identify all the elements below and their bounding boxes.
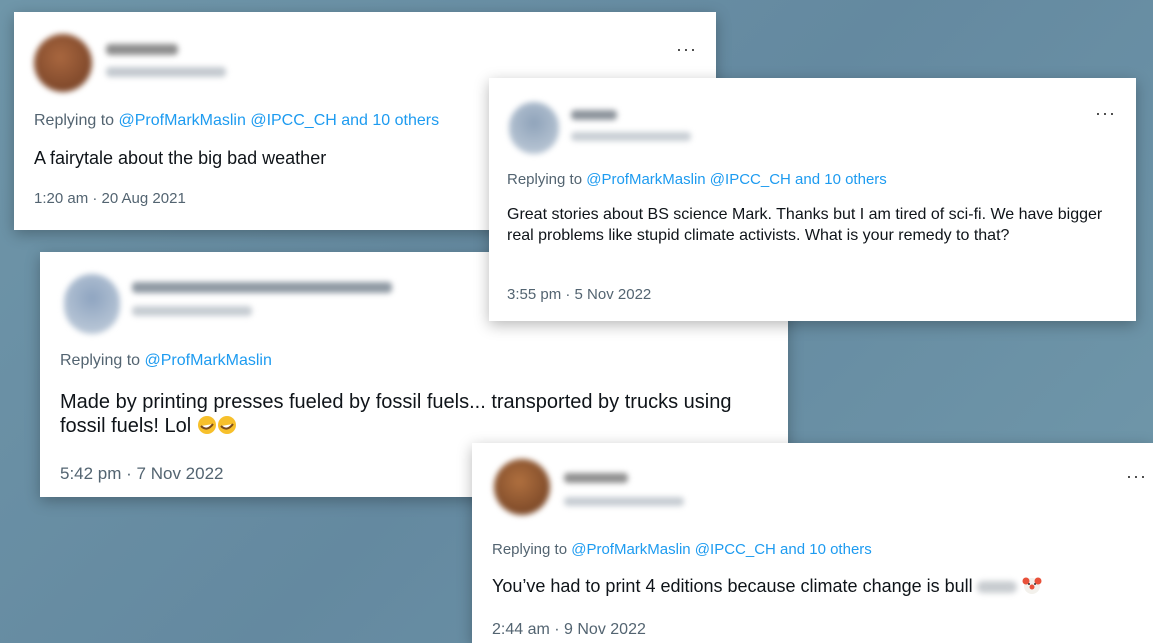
replying-to-label: Replying to — [60, 352, 141, 369]
replying-to-line: Replying to @ProfMarkMaslin @IPCC_CH and… — [492, 541, 872, 558]
user-avatar[interactable] — [509, 102, 559, 154]
tweet-text: You’ve had to print 4 editions because c… — [492, 575, 1142, 600]
tweet-timestamp[interactable]: 3:55 pm · 5 Nov 2022 — [507, 286, 651, 303]
blurred-display-name[interactable] — [132, 282, 392, 293]
tweet-timestamp[interactable]: 2:44 am · 9 Nov 2022 — [492, 621, 646, 639]
blurred-display-name[interactable] — [571, 110, 617, 120]
blurred-username[interactable] — [132, 306, 252, 316]
tweet-text: Great stories about BS science Mark. Tha… — [507, 206, 1103, 244]
tweet-text: Made by printing presses fueled by fossi… — [60, 390, 760, 441]
blurred-display-name[interactable] — [564, 473, 628, 483]
replying-to-label: Replying to — [507, 171, 583, 188]
reply-handles-link[interactable]: @ProfMarkMaslin @IPCC_CH and 10 others — [586, 171, 887, 188]
tweet-text-content: Made by printing presses fueled by fossi… — [60, 391, 732, 437]
blurred-username[interactable] — [106, 67, 226, 77]
censored-word-blur — [976, 581, 1017, 594]
user-avatar[interactable] — [64, 274, 120, 334]
replying-to-line: Replying to @ProfMarkMaslin — [60, 352, 272, 370]
reply-handles-link[interactable]: @ProfMarkMaslin — [145, 352, 272, 369]
user-avatar[interactable] — [34, 34, 92, 92]
replying-to-label: Replying to — [34, 112, 115, 129]
replying-to-line: Replying to @ProfMarkMaslin @IPCC_CH and… — [507, 171, 887, 188]
user-avatar[interactable] — [494, 459, 550, 515]
replying-to-label: Replying to — [492, 541, 568, 558]
blurred-username[interactable] — [571, 132, 691, 141]
reply-handles-link[interactable]: @ProfMarkMaslin @IPCC_CH and 10 others — [119, 112, 440, 129]
clown-face-emoji-icon — [1021, 575, 1043, 600]
tweet-timestamp[interactable]: 1:20 am · 20 Aug 2021 — [34, 190, 186, 207]
tweet-card-2[interactable]: ··· Replying to @ProfMarkMaslin @IPCC_CH… — [489, 78, 1136, 321]
more-options-icon[interactable]: ··· — [1095, 104, 1116, 122]
more-options-icon[interactable]: ··· — [676, 40, 697, 58]
replying-to-line: Replying to @ProfMarkMaslin @IPCC_CH and… — [34, 112, 439, 130]
blurred-display-name[interactable] — [106, 44, 178, 55]
blurred-username[interactable] — [564, 497, 684, 506]
tweet-timestamp[interactable]: 5:42 pm · 7 Nov 2022 — [60, 464, 223, 484]
tweet-card-4[interactable]: ··· Replying to @ProfMarkMaslin @IPCC_CH… — [472, 443, 1153, 643]
tweet-text-content: You’ve had to print 4 editions because c… — [492, 576, 973, 596]
rofl-emoji-icon — [197, 415, 237, 441]
reply-handles-link[interactable]: @ProfMarkMaslin @IPCC_CH and 10 others — [571, 541, 872, 558]
more-options-icon[interactable]: ··· — [1126, 467, 1147, 485]
